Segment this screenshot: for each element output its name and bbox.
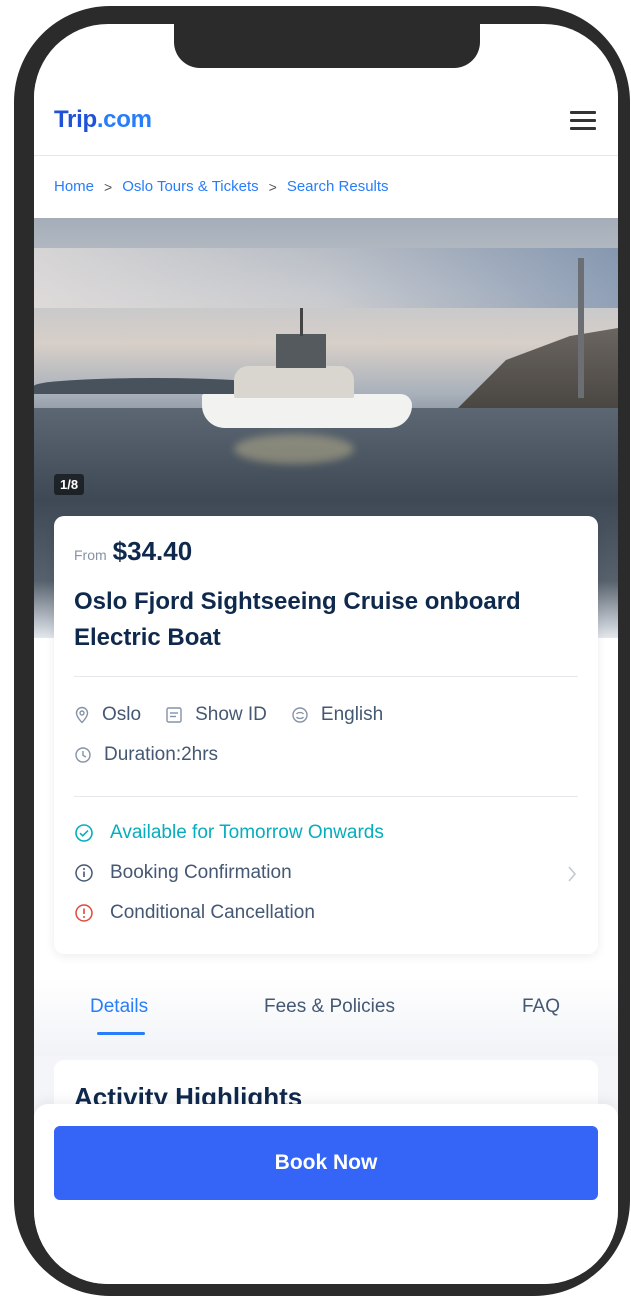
feature-availability: Available for Tomorrow Onwards — [74, 822, 384, 844]
meta-language-label: English — [320, 704, 384, 725]
clock-icon — [75, 747, 91, 763]
book-now-button[interactable]: Book Now — [54, 1126, 598, 1200]
phone-screen: Trip.com Home > Oslo Tours & Tickets > S… — [34, 24, 618, 1284]
location-pin-icon — [75, 706, 89, 724]
meta-language: English — [291, 704, 383, 726]
feature-cancellation-label: Conditional Cancellation — [110, 902, 315, 923]
meta-show-id: Show ID — [165, 704, 267, 726]
active-tab-indicator — [97, 1032, 145, 1035]
check-circle-icon — [75, 824, 93, 842]
trip-logo[interactable]: Trip.com — [54, 106, 152, 134]
meta-duration: Duration:2hrs — [74, 744, 242, 766]
divider — [74, 676, 578, 677]
info-circle-icon — [75, 864, 93, 882]
phone-notch — [174, 24, 480, 68]
breadcrumb-separator: > — [104, 178, 113, 195]
breadcrumb-separator: > — [268, 178, 277, 195]
tab-details[interactable]: Details — [90, 996, 148, 1018]
product-title: Oslo Fjord Sightseeing Cruise onboard El… — [74, 588, 521, 651]
hamburger-menu-icon[interactable] — [570, 111, 596, 131]
top-bar: Trip.com — [34, 84, 618, 156]
meta-location-label: Oslo — [102, 704, 142, 725]
chevron-right-icon[interactable] — [566, 864, 578, 884]
photo-counter: 1/8 — [54, 474, 85, 495]
feature-booking-confirmation-label: Booking Confirmation — [110, 862, 292, 883]
tab-fees-policies[interactable]: Fees & Policies — [264, 996, 395, 1018]
boat-image — [202, 394, 412, 428]
breadcrumb-home[interactable]: Home — [54, 178, 94, 195]
breadcrumb-search-results[interactable]: Search Results — [287, 178, 389, 195]
divider — [74, 796, 578, 797]
feature-cancellation[interactable]: Conditional Cancellation — [74, 902, 315, 924]
meta-show-id-label: Show ID — [195, 704, 267, 725]
duration-label: Duration:2hrs — [104, 744, 219, 765]
price-value: $34.40 — [112, 536, 193, 566]
id-card-icon — [166, 707, 182, 723]
tab-bar: Details Fees & Policies FAQ — [34, 976, 618, 1056]
meta-row: Oslo Show ID English — [74, 704, 407, 726]
product-info-card: From $34.40 Oslo Fjord Sightseeing Cruis… — [54, 516, 598, 954]
language-icon — [292, 707, 308, 723]
breadcrumb-oslo-tours[interactable]: Oslo Tours & Tickets — [122, 178, 258, 195]
meta-location: Oslo — [74, 704, 141, 726]
price-row: From $34.40 — [74, 536, 192, 567]
feature-booking-confirmation[interactable]: Booking Confirmation — [74, 862, 292, 884]
tab-faq[interactable]: FAQ — [522, 996, 560, 1018]
bottom-action-bar: Book Now — [34, 1104, 618, 1284]
logo-text-com: .com — [96, 106, 152, 133]
breadcrumb: Home > Oslo Tours & Tickets > Search Res… — [54, 178, 389, 195]
price-prefix: From — [74, 547, 107, 563]
feature-availability-label: Available for Tomorrow Onwards — [110, 822, 384, 843]
alert-circle-icon — [75, 904, 93, 922]
logo-text-trip: Trip — [54, 106, 97, 133]
